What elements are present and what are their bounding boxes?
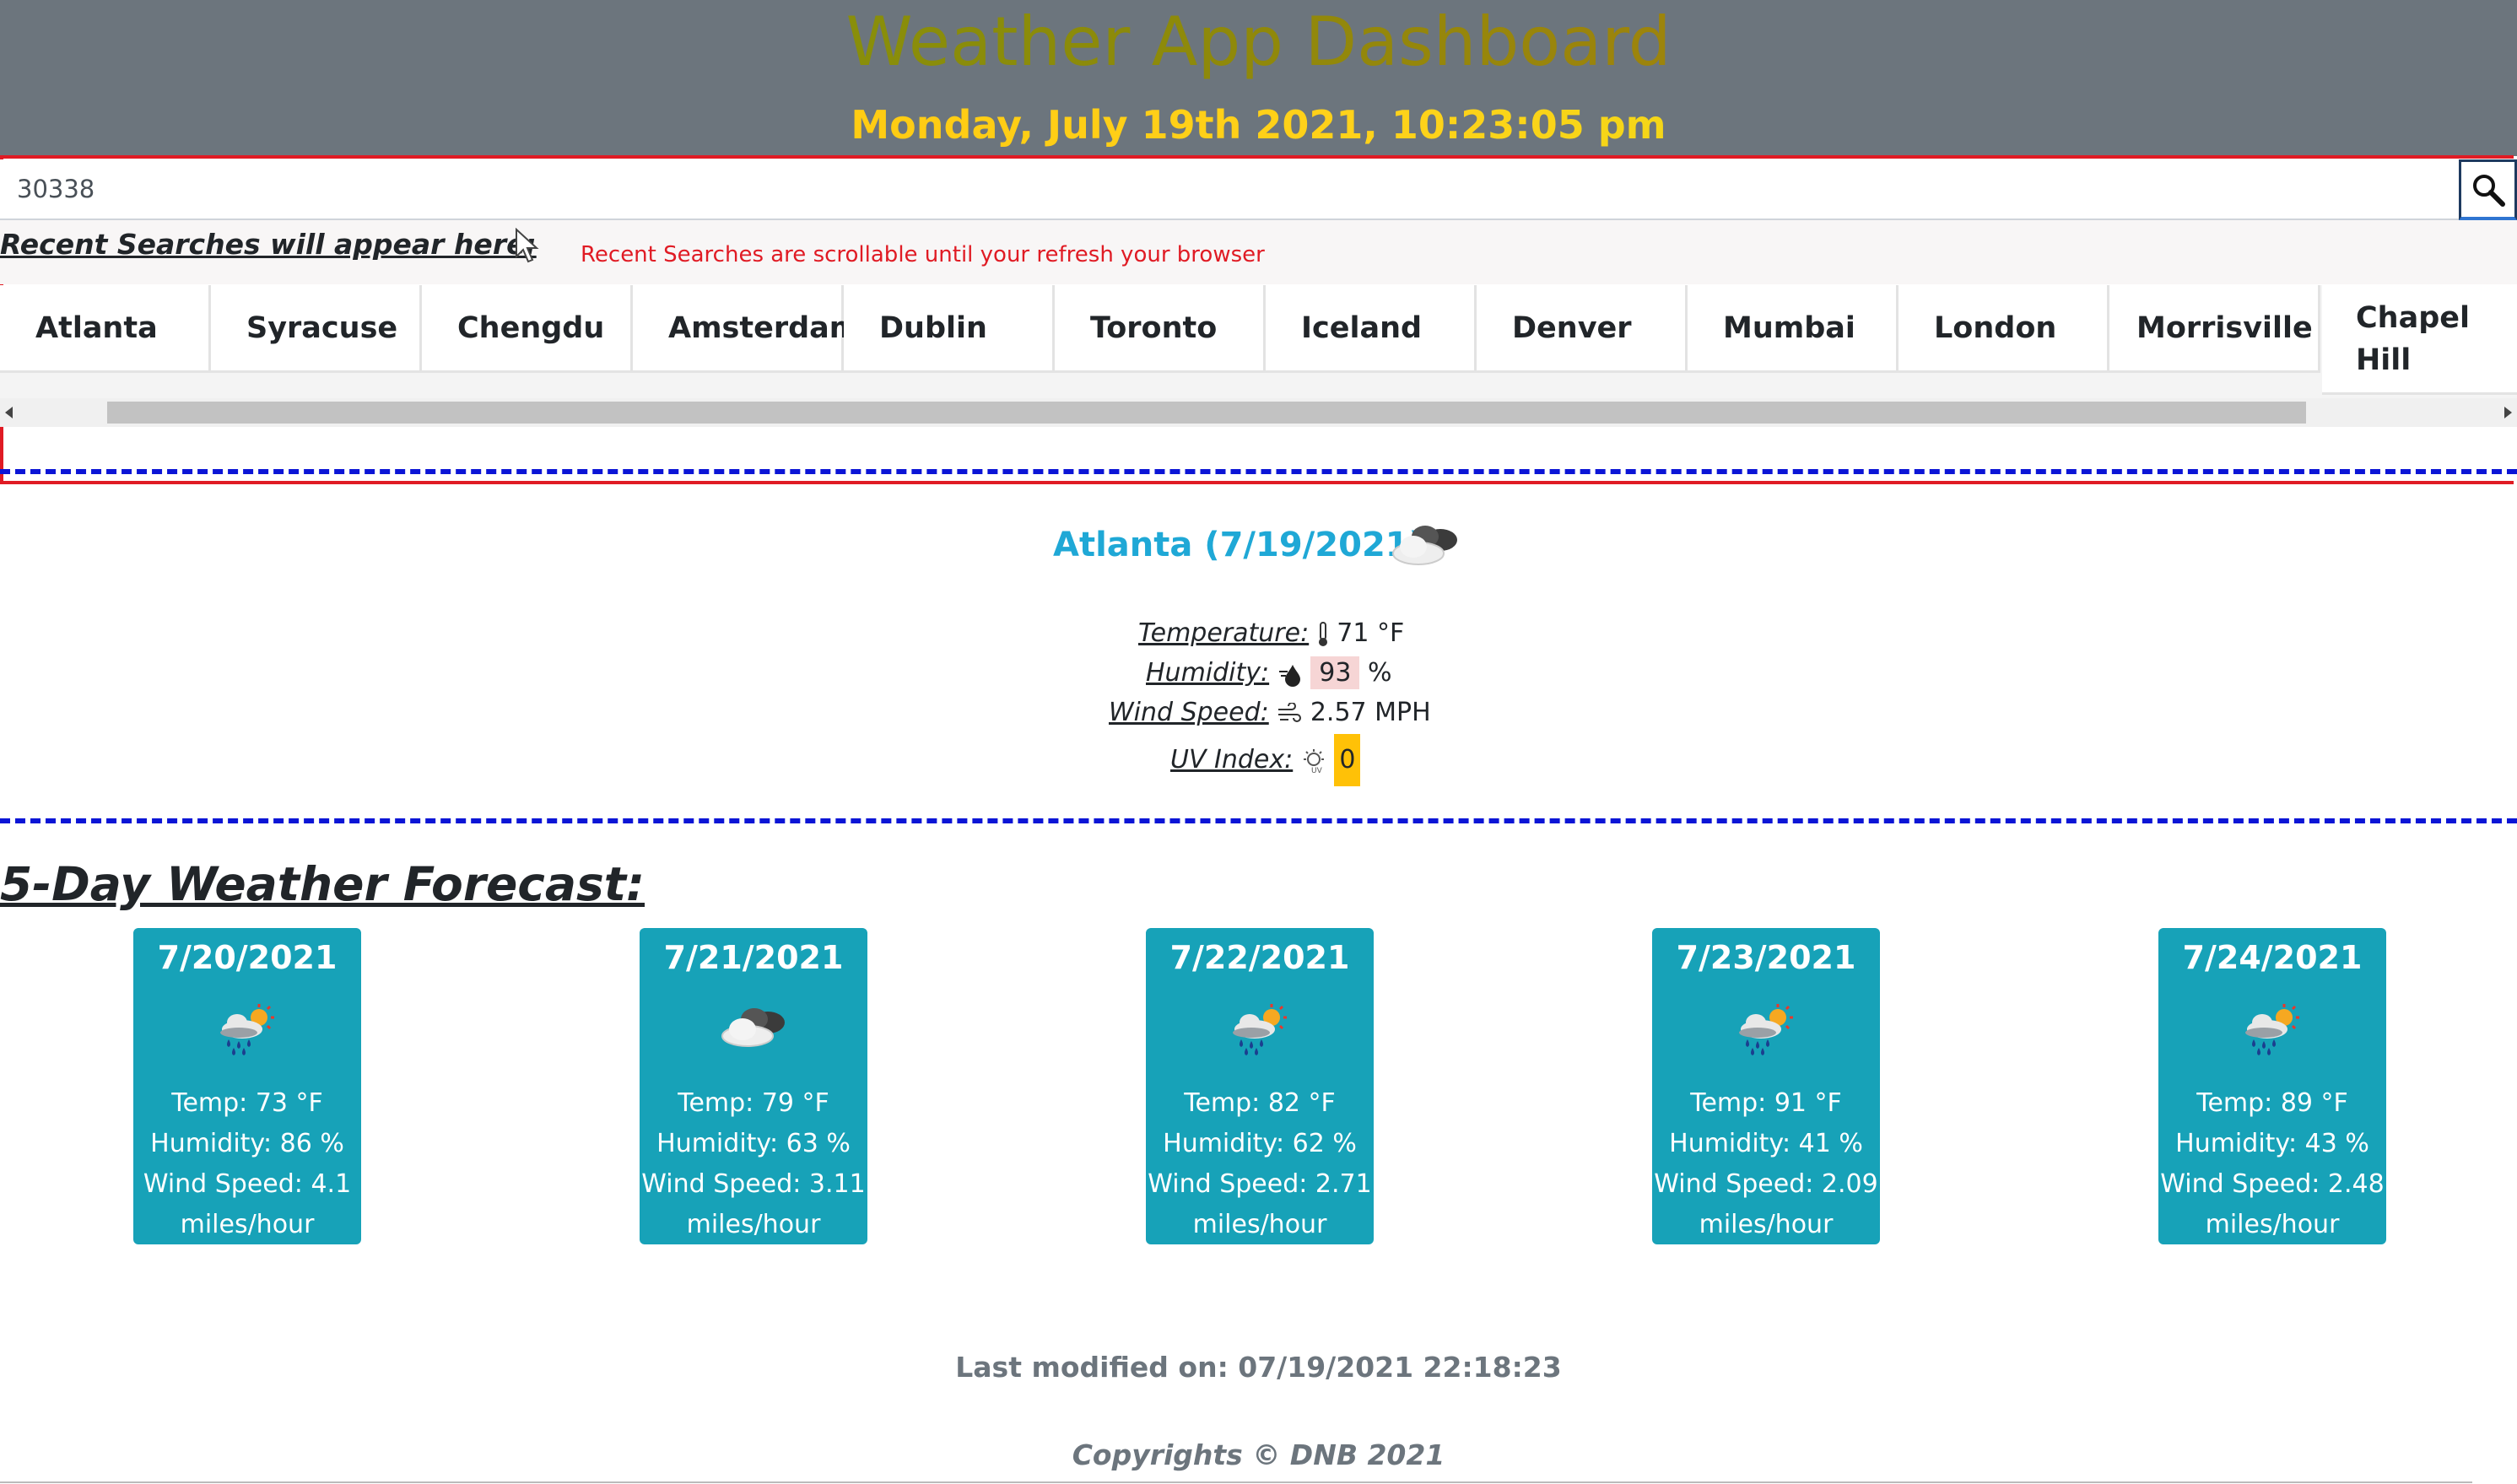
forecast-date: 7/23/2021	[1676, 939, 1856, 976]
thermometer-icon	[1318, 621, 1327, 646]
section-divider	[0, 818, 2517, 823]
forecast-card: 7/20/2021 Temp: 73 °F Humidity: 86 % Win…	[133, 928, 361, 1244]
rain-sun-icon	[1146, 1002, 1374, 1060]
forecast-temp: Temp: 73 °F	[171, 1088, 323, 1118]
search-icon	[2472, 174, 2505, 207]
humidity-drop-icon	[1278, 664, 1300, 687]
recent-searches-note: Recent Searches are scrollable until you…	[581, 242, 1265, 267]
uv-sun-icon: UV	[1303, 748, 1324, 774]
forecast-wind: Wind Speed: 4.1	[143, 1169, 352, 1199]
search-input[interactable]	[0, 159, 2457, 219]
forecast-wind: Wind Speed: 2.48	[2160, 1169, 2385, 1199]
forecast-date: 7/22/2021	[1169, 939, 1350, 976]
uv-index-row: UV Index: UV 0	[1170, 734, 1361, 786]
forecast-wind-unit: miles/hour	[1192, 1210, 1327, 1239]
wind-speed-row: Wind Speed: 2.57 MPH	[1109, 693, 1431, 732]
uv-index-label: UV Index:	[1170, 745, 1294, 774]
forecast-humidity: Humidity: 41 %	[1669, 1129, 1863, 1158]
recent-city-button[interactable]: Denver	[1477, 285, 1688, 373]
forecast-card: 7/22/2021 Temp: 82 °F Humidity: 62 % Win…	[1146, 928, 1374, 1244]
wind-speed-value: 2.57 MPH	[1310, 698, 1431, 727]
recent-city-button[interactable]: Dublin	[844, 285, 1055, 373]
recent-city-button[interactable]: Iceland	[1266, 285, 1477, 373]
recent-city-button[interactable]: Chapel Hill	[2322, 285, 2517, 395]
scroll-thumb[interactable]	[107, 402, 2306, 424]
forecast-wind-unit: miles/hour	[686, 1210, 821, 1239]
search-button[interactable]	[2459, 159, 2517, 220]
scroll-left-arrow-icon[interactable]	[5, 407, 13, 418]
forecast-heading: 5-Day Weather Forecast:	[0, 857, 645, 911]
cloudy-icon	[640, 1002, 867, 1056]
humidity-badge: 93	[1310, 656, 1360, 689]
humidity-row: Humidity: 93 %	[1146, 654, 1391, 693]
mouse-cursor-icon	[516, 228, 539, 263]
app-header: Weather App Dashboard Monday, July 19th …	[0, 0, 2517, 156]
recent-city-button[interactable]: Syracuse	[211, 285, 422, 373]
forecast-wind-unit: miles/hour	[180, 1210, 315, 1239]
forecast-wind: Wind Speed: 3.11	[641, 1169, 866, 1199]
forecast-humidity: Humidity: 43 %	[2175, 1129, 2369, 1158]
scroll-right-arrow-icon[interactable]	[2504, 407, 2512, 418]
temperature-row: Temperature: 71 °F	[1138, 614, 1404, 653]
forecast-wind-unit: miles/hour	[1699, 1210, 1834, 1239]
wind-icon	[1278, 702, 1302, 722]
temperature-label: Temperature:	[1138, 618, 1310, 648]
forecast-temp: Temp: 82 °F	[1184, 1088, 1336, 1118]
section-divider	[0, 469, 2517, 474]
forecast-card: 7/24/2021 Temp: 89 °F Humidity: 43 % Win…	[2158, 928, 2386, 1244]
recent-city-button[interactable]: Mumbai	[1688, 285, 1899, 373]
app-title: Weather App Dashboard	[0, 2, 2517, 83]
rain-sun-icon	[133, 1002, 361, 1060]
footer-divider	[0, 1481, 2472, 1483]
last-modified-text: Last modified on: 07/19/2021 22:18:23	[955, 1351, 1562, 1384]
forecast-card: 7/23/2021 Temp: 91 °F Humidity: 41 % Win…	[1652, 928, 1880, 1244]
recent-city-button[interactable]: Morrisville	[2109, 285, 2320, 373]
forecast-humidity: Humidity: 62 %	[1163, 1129, 1357, 1158]
horizontal-scrollbar[interactable]	[0, 398, 2517, 427]
wind-speed-label: Wind Speed:	[1109, 698, 1269, 727]
recent-city-button[interactable]: Chengdu	[422, 285, 633, 373]
forecast-humidity: Humidity: 63 %	[656, 1129, 851, 1158]
humidity-label: Humidity:	[1146, 658, 1270, 688]
forecast-wind: Wind Speed: 2.71	[1148, 1169, 1372, 1199]
cloudy-icon	[1392, 526, 1457, 565]
temperature-value: 71 °F	[1337, 618, 1405, 648]
forecast-temp: Temp: 89 °F	[2196, 1088, 2348, 1118]
recent-city-button[interactable]: London	[1899, 285, 2109, 373]
current-datetime: Monday, July 19th 2021, 10:23:05 pm	[0, 94, 2517, 155]
forecast-date: 7/20/2021	[157, 939, 338, 976]
humidity-unit: %	[1367, 658, 1392, 688]
forecast-date: 7/24/2021	[2182, 939, 2363, 976]
copyright-text: Copyrights © DNB 2021	[1072, 1438, 1445, 1471]
recent-searches-heading: Recent Searches will appear here:	[0, 228, 537, 261]
current-city-heading: Atlanta (7/19/2021)	[1053, 526, 1424, 564]
uv-index-badge: 0	[1334, 734, 1361, 786]
recent-city-button[interactable]: Amsterdam	[633, 285, 860, 373]
recent-searches-list: Atlanta Syracuse Chengdu Amsterdam Dubli…	[0, 285, 2517, 400]
forecast-date: 7/21/2021	[663, 939, 844, 976]
rain-sun-icon	[1652, 1002, 1880, 1060]
forecast-wind: Wind Speed: 2.09	[1654, 1169, 1878, 1199]
svg-text:UV: UV	[1311, 767, 1323, 774]
forecast-wind-unit: miles/hour	[2205, 1210, 2340, 1239]
recent-city-button[interactable]: Toronto	[1055, 285, 1266, 373]
search-bar	[0, 159, 2517, 220]
recent-city-button[interactable]: Atlanta	[0, 285, 211, 373]
forecast-card: 7/21/2021 Temp: 79 °F Humidity: 63 % Win…	[640, 928, 867, 1244]
forecast-humidity: Humidity: 86 %	[150, 1129, 344, 1158]
rain-sun-icon	[2158, 1002, 2386, 1060]
forecast-temp: Temp: 91 °F	[1690, 1088, 1842, 1118]
forecast-temp: Temp: 79 °F	[678, 1088, 829, 1118]
